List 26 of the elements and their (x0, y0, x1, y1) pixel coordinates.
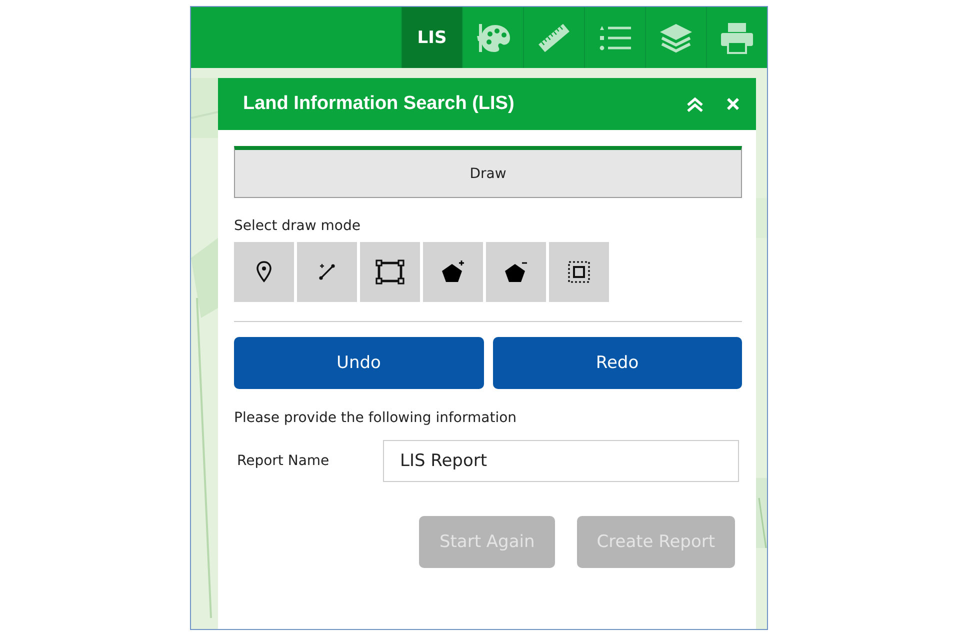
draw-mode-button[interactable] (360, 242, 420, 302)
line-icon (318, 263, 336, 281)
printer-icon (719, 22, 755, 54)
layers-icon (658, 22, 694, 54)
rectangle-icon (375, 259, 405, 285)
draw-mode-button[interactable] (234, 242, 294, 302)
undo-button[interactable]: Undo (234, 337, 484, 389)
widget-button[interactable]: LIS (401, 7, 462, 68)
draw-mode-button[interactable] (549, 242, 609, 302)
ruler-icon (536, 22, 572, 54)
location-pin-icon (256, 261, 272, 283)
polygon-plus-icon (440, 260, 466, 284)
draw-mode-button[interactable] (423, 242, 483, 302)
close-icon[interactable] (726, 97, 740, 111)
draw-tab[interactable]: Draw (234, 146, 742, 198)
report-name-field[interactable]: LIS Report (383, 440, 739, 482)
redo-button[interactable]: Redo (492, 337, 742, 389)
panel-title: Land Information Search (LIS) (243, 93, 516, 115)
field-label: Report Name (236, 453, 330, 469)
instruction-text: Please provide the following information (234, 410, 518, 426)
collapse-icon[interactable] (686, 96, 704, 112)
extent-icon (567, 260, 591, 284)
draw-mode-label: Select draw mode (234, 218, 362, 234)
palette-icon (475, 22, 511, 54)
draw-mode-button[interactable] (486, 242, 546, 302)
polygon-minus-icon (503, 260, 529, 284)
